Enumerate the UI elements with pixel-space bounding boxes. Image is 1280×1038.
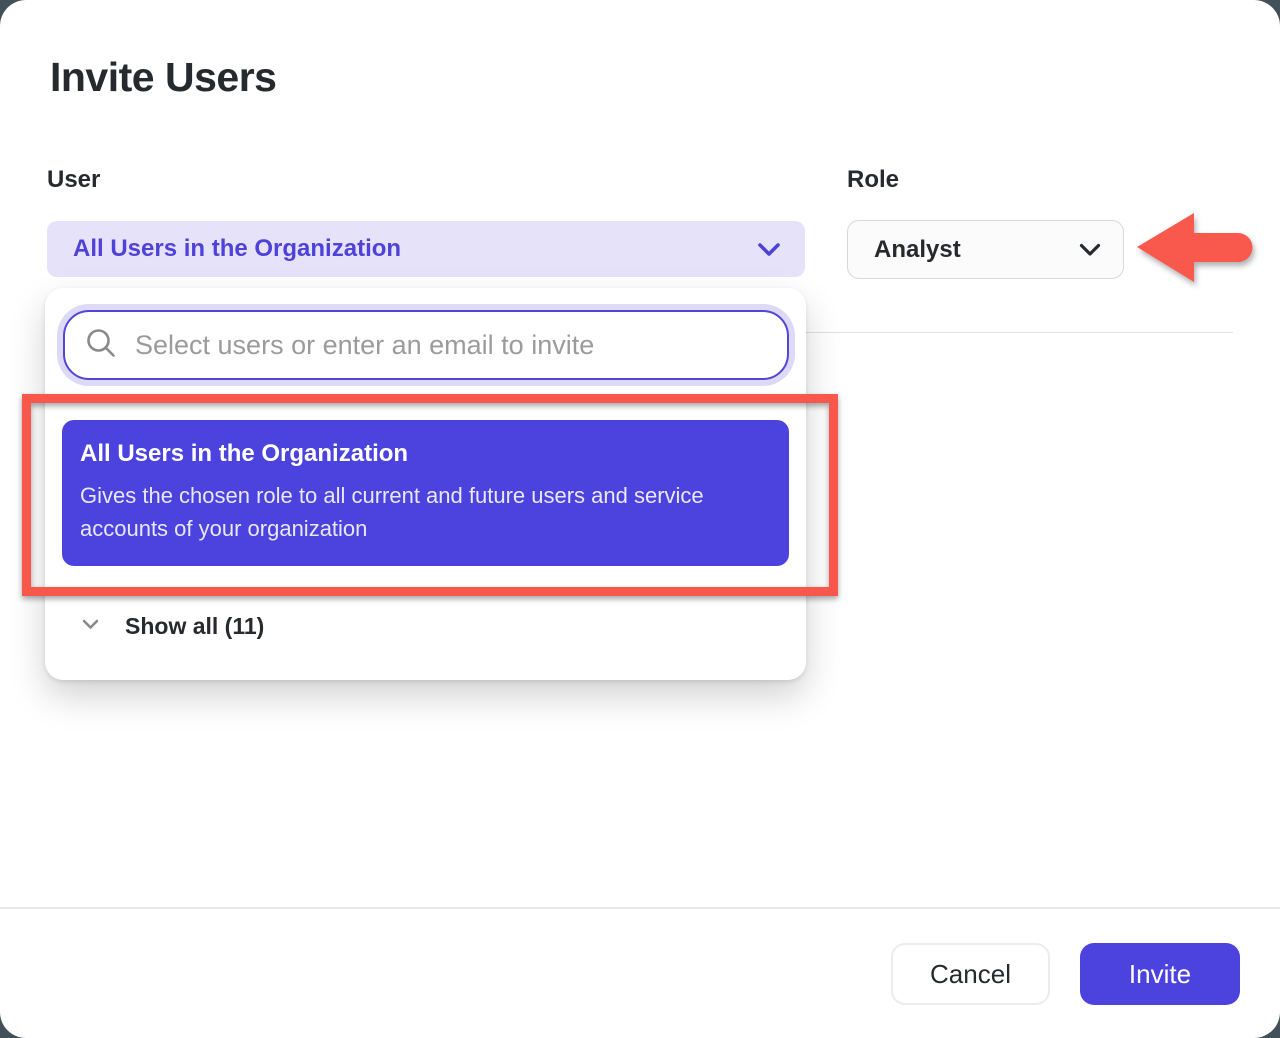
user-select-trigger[interactable]: All Users in the Organization [47, 221, 805, 277]
red-arrow-annotation [1132, 203, 1258, 291]
user-search-input[interactable] [133, 329, 767, 362]
option-title: All Users in the Organization [80, 440, 771, 468]
role-select[interactable]: Analyst [847, 220, 1124, 279]
option-description: Gives the chosen role to all current and… [80, 479, 768, 545]
chevron-down-icon [757, 242, 781, 257]
chevron-down-icon [1079, 243, 1101, 257]
footer-divider [0, 907, 1280, 909]
invite-users-modal: Invite Users User Role All Users in the … [0, 0, 1280, 1038]
invite-button[interactable]: Invite [1080, 943, 1240, 1005]
show-all-toggle[interactable]: Show all (11) [62, 604, 264, 648]
search-icon [85, 327, 117, 364]
user-search-box [63, 310, 789, 380]
cancel-button[interactable]: Cancel [891, 943, 1050, 1005]
chevron-down-icon [82, 617, 99, 635]
user-field-label: User [47, 166, 100, 194]
page-title: Invite Users [50, 54, 276, 101]
option-all-users[interactable]: All Users in the Organization Gives the … [62, 420, 789, 566]
role-field-label: Role [847, 166, 899, 194]
role-select-value: Analyst [874, 236, 961, 264]
user-select-value: All Users in the Organization [73, 235, 401, 263]
user-dropdown-panel: All Users in the Organization Gives the … [45, 288, 806, 680]
show-all-label: Show all (11) [125, 613, 264, 640]
